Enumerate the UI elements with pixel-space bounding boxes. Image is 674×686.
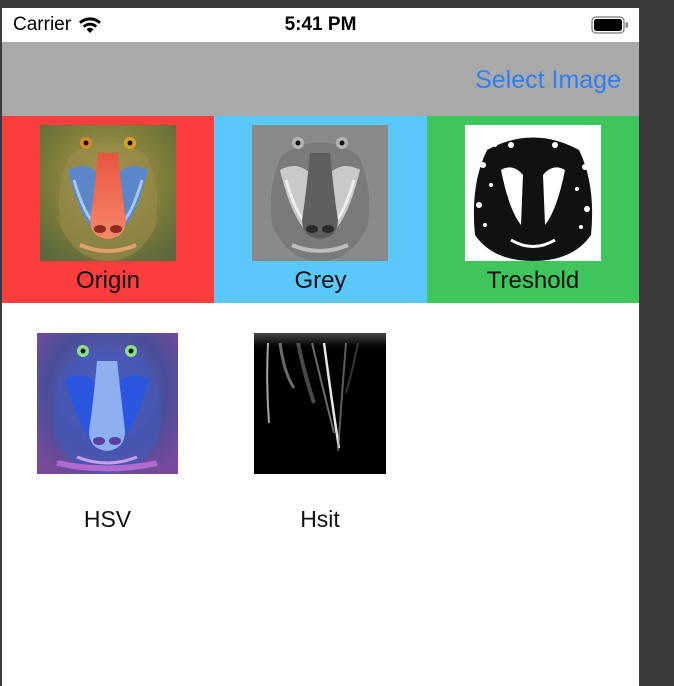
window-top-border	[0, 0, 674, 8]
tile-label-grey: Grey	[294, 267, 347, 294]
status-time: 5:41 PM	[284, 14, 357, 35]
tile-origin[interactable]: Origin	[2, 116, 214, 303]
result-hsv[interactable]: HSV	[37, 333, 178, 532]
tile-label-threshold: Treshold	[486, 267, 580, 294]
select-image-button[interactable]: Select Image	[475, 66, 621, 95]
mandrill-hsv-image	[37, 333, 178, 474]
mandrill-color-image	[40, 125, 176, 261]
tile-grey[interactable]: Grey	[214, 116, 427, 303]
navigation-bar: Select Image	[2, 42, 639, 116]
battery-icon	[591, 16, 628, 34]
histogram-image	[254, 333, 386, 474]
status-bar: Carrier 5:41 PM	[2, 8, 639, 42]
mandrill-grey-image	[252, 125, 388, 261]
tile-label-origin: Origin	[75, 267, 141, 294]
result-histogram[interactable]: Hsit	[254, 333, 386, 532]
mandrill-threshold-image	[465, 125, 601, 261]
phone-screen: Carrier 5:41 PM Select Image Origin Grey…	[2, 8, 639, 686]
tile-threshold[interactable]: Treshold	[427, 116, 639, 303]
result-label-hsv: HSV	[83, 506, 132, 532]
result-label-histogram: Hsit	[300, 506, 340, 532]
